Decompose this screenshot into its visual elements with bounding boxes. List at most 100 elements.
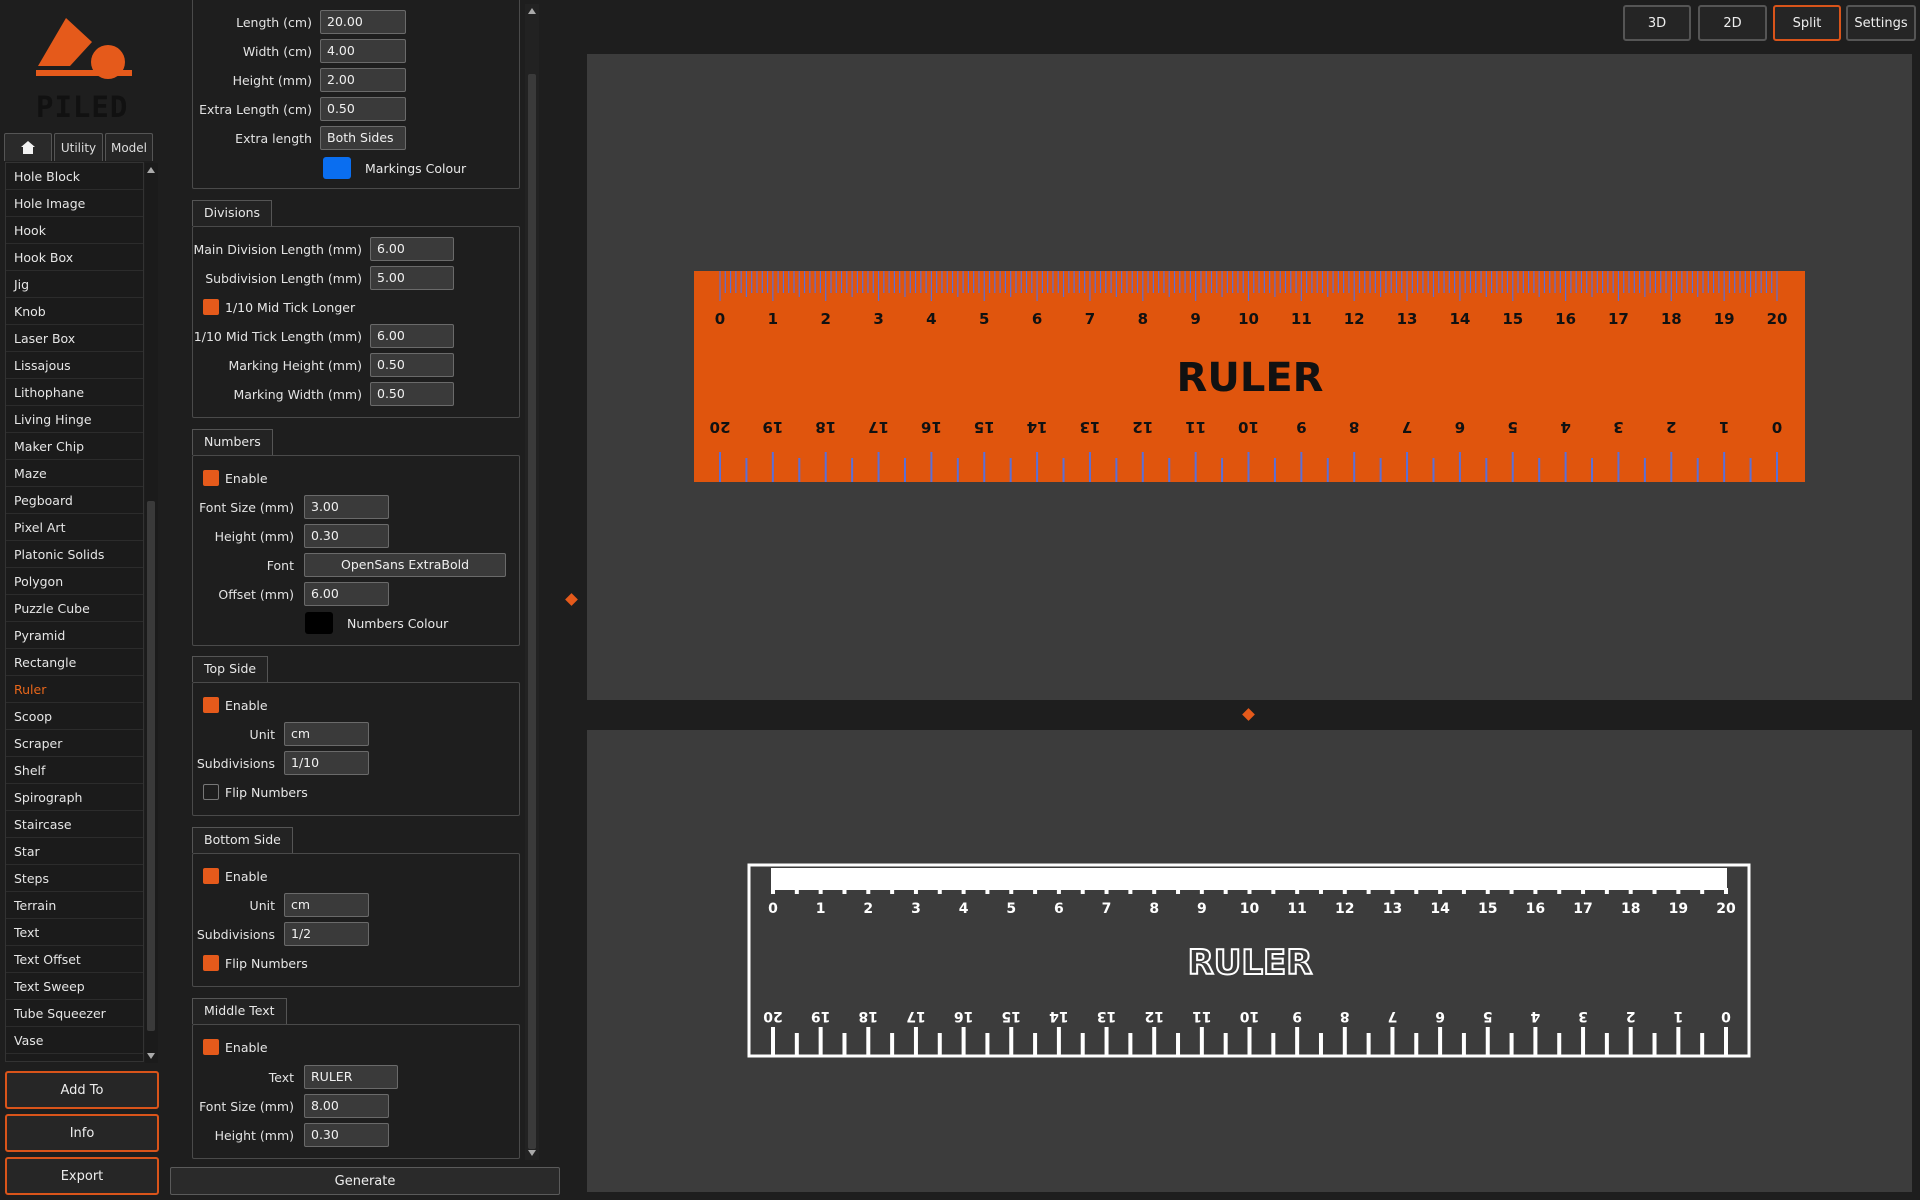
bottom-side-enable-row[interactable]: Enable [203, 863, 268, 889]
model-list-item[interactable]: Living Hinge [6, 406, 143, 433]
add-to-button[interactable]: Add To [5, 1071, 159, 1109]
top-side-flip-checkbox[interactable] [203, 784, 219, 800]
width-input[interactable]: 4.00 [320, 39, 406, 63]
top-side-subdivisions-input[interactable]: 1/10 [284, 751, 369, 775]
mid-tick-longer-checkbox[interactable] [203, 299, 219, 315]
settings-scroll-thumb[interactable] [528, 74, 536, 1149]
model-list-item[interactable]: Ruler [6, 676, 143, 703]
scroll-down-arrow-icon[interactable] [147, 1053, 155, 1059]
bottom-side-flip-row[interactable]: Flip Numbers [203, 950, 308, 976]
top-number-2d: 17 [1573, 901, 1592, 917]
model-list-scrollbar[interactable] [145, 163, 158, 1063]
model-list-item[interactable]: Staircase [6, 811, 143, 838]
top-side-unit-input[interactable]: cm [284, 722, 369, 746]
model-list-item[interactable]: Tube Squeezer [6, 1000, 143, 1027]
top-tick-2d [1176, 888, 1181, 894]
main-division-input[interactable]: 6.00 [370, 237, 454, 261]
settings-scrollbar[interactable] [525, 4, 539, 1160]
model-list-item[interactable]: Polygon [6, 568, 143, 595]
model-list-item[interactable]: Pyramid [6, 622, 143, 649]
markings-colour-swatch[interactable] [323, 157, 351, 179]
marking-height-row: Marking Height (mm) 0.50 [190, 352, 454, 378]
model-list-item[interactable]: Hole Block [6, 163, 143, 190]
model-list-item[interactable]: Platonic Solids [6, 541, 143, 568]
middle-text-enable-row[interactable]: Enable [203, 1034, 268, 1060]
top-side-enable-checkbox[interactable] [203, 697, 219, 713]
scroll-thumb[interactable] [147, 501, 155, 1031]
top-number-2d: 3 [911, 901, 921, 917]
model-list-item[interactable]: Spirograph [6, 784, 143, 811]
scroll-up-arrow-icon[interactable] [147, 167, 155, 173]
bottom-side-subdivisions-input[interactable]: 1/2 [284, 922, 369, 946]
model-list-item[interactable]: Scoop [6, 703, 143, 730]
model-list-item[interactable]: Hole Image [6, 190, 143, 217]
bottom-number: 10 [1238, 418, 1259, 436]
mid-tick-longer-row[interactable]: 1/10 Mid Tick Longer [203, 294, 355, 320]
bottom-side-flip-checkbox[interactable] [203, 955, 219, 971]
viewport-3d[interactable]: 0 1 2 3 4 5 6 7 8 9 10 11 12 13 14 15 16 17 18 19 20 RULER 2… [587, 54, 1912, 700]
numbers-enable-checkbox[interactable] [203, 470, 219, 486]
horizontal-splitter-handle-icon[interactable] [1242, 708, 1255, 721]
model-list-item[interactable]: Star [6, 838, 143, 865]
marking-height-input[interactable]: 0.50 [370, 353, 454, 377]
view-settings-button[interactable]: Settings [1846, 5, 1916, 41]
subdivision-input[interactable]: 5.00 [370, 266, 454, 290]
generate-button[interactable]: Generate [170, 1167, 560, 1195]
model-list-item[interactable]: Knob [6, 298, 143, 325]
top-side-flip-row[interactable]: Flip Numbers [203, 779, 308, 805]
model-list-item[interactable]: Maker Chip [6, 433, 143, 460]
bottom-number: 18 [815, 418, 836, 436]
model-list-item[interactable]: Scraper [6, 730, 143, 757]
vertical-splitter-handle-icon[interactable] [565, 593, 578, 606]
model-list-item[interactable]: Text [6, 919, 143, 946]
settings-scroll-down-icon[interactable] [528, 1150, 536, 1156]
model-list-item[interactable]: Text Sweep [6, 973, 143, 1000]
settings-scroll-up-icon[interactable] [528, 8, 536, 14]
middle-text-enable-checkbox[interactable] [203, 1039, 219, 1055]
height-input[interactable]: 2.00 [320, 68, 406, 92]
model-list-item[interactable]: Puzzle Cube [6, 595, 143, 622]
top-side-enable-row[interactable]: Enable [203, 692, 268, 718]
extra-length-cm-input[interactable]: 0.50 [320, 97, 406, 121]
marking-width-input[interactable]: 0.50 [370, 382, 454, 406]
bottom-side-unit-input[interactable]: cm [284, 893, 369, 917]
top-side-unit-row: Unit cm [190, 721, 369, 747]
numbers-colour-swatch[interactable] [305, 612, 333, 634]
model-list-item[interactable]: Vase [6, 1027, 143, 1054]
model-list-item[interactable]: Shelf [6, 757, 143, 784]
tab-home[interactable] [4, 133, 52, 161]
model-list-item[interactable]: Lithophane [6, 379, 143, 406]
numbers-font-button[interactable]: OpenSans ExtraBold [304, 553, 506, 577]
numbers-font-size-input[interactable]: 3.00 [304, 495, 389, 519]
length-input[interactable]: 20.00 [320, 10, 406, 34]
info-button[interactable]: Info [5, 1114, 159, 1152]
middle-text-input[interactable]: RULER [304, 1065, 398, 1089]
numbers-height-input[interactable]: 0.30 [304, 524, 389, 548]
middle-text-font-size-input[interactable]: 8.00 [304, 1094, 389, 1118]
tab-utility[interactable]: Utility [54, 133, 103, 161]
model-list-item[interactable]: Pegboard [6, 487, 143, 514]
model-list-item[interactable]: Rectangle [6, 649, 143, 676]
model-list-item[interactable]: Laser Box [6, 325, 143, 352]
model-list-item[interactable]: Pixel Art [6, 514, 143, 541]
view-3d-button[interactable]: 3D [1623, 5, 1691, 41]
model-list-item[interactable]: Maze [6, 460, 143, 487]
view-split-button[interactable]: Split [1773, 5, 1841, 41]
model-list-item[interactable]: Jig [6, 271, 143, 298]
model-list-item[interactable]: Hook Box [6, 244, 143, 271]
tab-model[interactable]: Model [105, 133, 153, 161]
model-list-item[interactable]: Lissajous [6, 352, 143, 379]
model-list-item[interactable]: Terrain [6, 892, 143, 919]
middle-text-height-input[interactable]: 0.30 [304, 1123, 389, 1147]
view-2d-button[interactable]: 2D [1698, 5, 1767, 41]
bottom-side-enable-checkbox[interactable] [203, 868, 219, 884]
numbers-enable-row[interactable]: Enable [203, 465, 268, 491]
export-button[interactable]: Export [5, 1157, 159, 1195]
numbers-offset-input[interactable]: 6.00 [304, 582, 389, 606]
mid-tick-length-input[interactable]: 6.00 [370, 324, 454, 348]
model-list-item[interactable]: Text Offset [6, 946, 143, 973]
model-list-item[interactable]: Hook [6, 217, 143, 244]
viewport-2d[interactable]: 0 1 2 3 4 5 6 7 8 9 10 11 12 13 14 15 16 17 18 19 20 RULER 2… [587, 730, 1912, 1192]
model-list-item[interactable]: Steps [6, 865, 143, 892]
extra-length-select[interactable]: Both Sides [320, 126, 406, 150]
